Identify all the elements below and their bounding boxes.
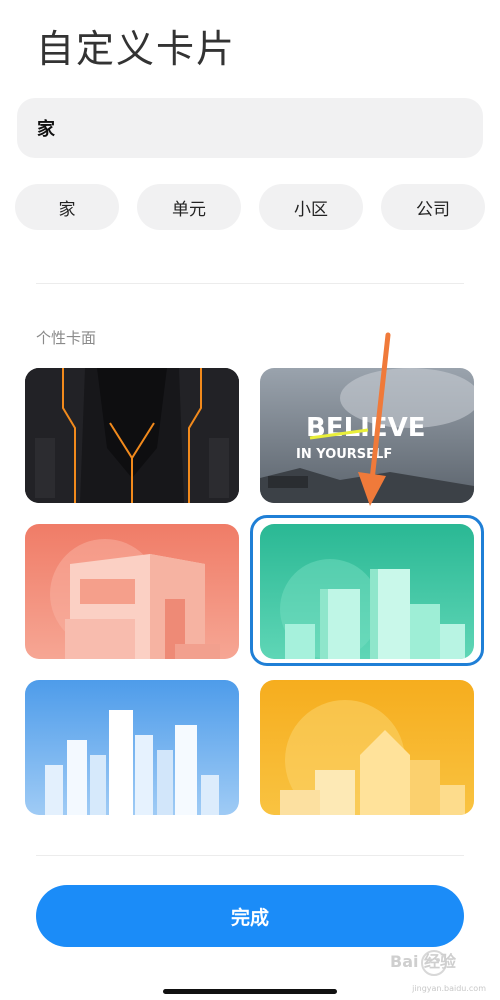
- chip-home[interactable]: 家: [15, 184, 119, 230]
- section-label: 个性卡面: [36, 329, 97, 347]
- chip-company[interactable]: 公司: [381, 184, 485, 230]
- divider-top: [36, 283, 464, 284]
- card-face-orange-village[interactable]: [260, 680, 474, 815]
- watermark-text: Bai 经验: [390, 952, 457, 971]
- card-face-coral-building[interactable]: [25, 524, 239, 659]
- card-face-dark-mecha[interactable]: [25, 368, 239, 503]
- done-button[interactable]: 完成: [36, 885, 464, 947]
- watermark-url: jingyan.baidu.com: [412, 984, 486, 993]
- card-name-input[interactable]: [17, 98, 483, 158]
- page-title: 自定义卡片: [36, 27, 237, 71]
- divider-bottom: [36, 855, 464, 856]
- arrow-annotation: [358, 332, 391, 506]
- card-face-blue-skyline[interactable]: [25, 680, 239, 815]
- chip-unit[interactable]: 单元: [137, 184, 241, 230]
- chip-community[interactable]: 小区: [259, 184, 363, 230]
- selected-card-ring: [250, 515, 484, 666]
- home-indicator[interactable]: [163, 989, 337, 994]
